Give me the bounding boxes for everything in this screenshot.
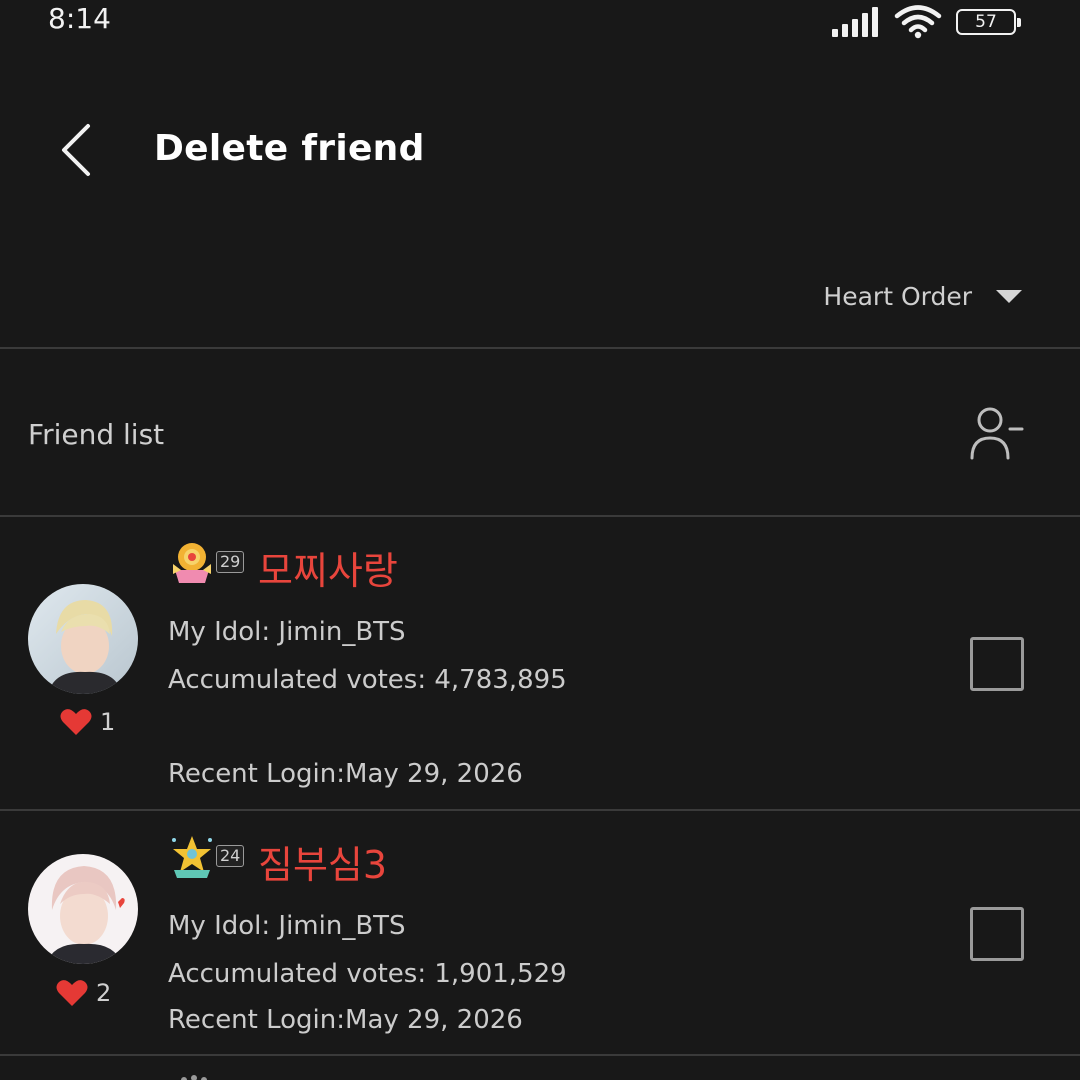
heart-icon: [60, 709, 92, 735]
status-time: 8:14: [48, 2, 111, 35]
accumulated-votes: Accumulated votes: 1,901,529: [168, 959, 567, 989]
partial-badge-icon: [181, 1075, 207, 1080]
select-checkbox[interactable]: [970, 637, 1024, 691]
level-number: 29: [216, 551, 245, 573]
back-button[interactable]: [50, 120, 110, 180]
heart-count: 1: [60, 708, 115, 736]
divider: [0, 1054, 1080, 1056]
remove-friend-button[interactable]: [964, 400, 1030, 466]
status-icons: 57: [832, 5, 1021, 39]
list-item[interactable]: 2 24 짐부심3 My Idol: Jimin_BTS Accumulated…: [0, 811, 1080, 1054]
my-idol: My Idol: Jimin_BTS: [168, 617, 406, 647]
wifi-icon: [894, 5, 942, 39]
app-header: Delete friend: [0, 100, 1080, 210]
heart-number: 1: [100, 708, 116, 736]
caret-down-icon: [996, 289, 1022, 303]
sort-dropdown[interactable]: Heart Order: [823, 276, 1022, 316]
my-idol: My Idol: Jimin_BTS: [168, 911, 406, 941]
person-minus-icon: [970, 407, 1024, 460]
rank-badge: 29: [170, 540, 245, 584]
friend-name: 모찌사랑: [258, 549, 398, 593]
recent-login: Recent Login:May 29, 2026: [168, 1005, 523, 1035]
screen: 8:14 57 Delete friend Heart Order Friend…: [0, 0, 1080, 1080]
star-badge-icon: [172, 836, 212, 878]
chevron-left-icon: [62, 124, 90, 176]
battery-icon: 57: [956, 9, 1021, 35]
level-number: 24: [216, 845, 245, 867]
battery-level: 57: [975, 11, 997, 32]
avatar: [28, 584, 138, 694]
select-checkbox[interactable]: [970, 907, 1024, 961]
avatar: [28, 854, 138, 964]
crown-badge-icon: [173, 543, 211, 583]
rank-badge: 24: [170, 834, 245, 878]
friend-list-title: Friend list: [28, 418, 165, 451]
signal-icon: [832, 7, 878, 37]
divider: [0, 347, 1080, 349]
recent-login: Recent Login:May 29, 2026: [168, 759, 523, 789]
status-bar: 8:14 57: [0, 0, 1080, 44]
sort-label: Heart Order: [823, 281, 972, 311]
friend-name: 짐부심3: [258, 843, 388, 887]
heart-count: 2: [56, 979, 111, 1007]
heart-icon: [56, 980, 88, 1006]
accumulated-votes: Accumulated votes: 4,783,895: [168, 665, 567, 695]
heart-number: 2: [96, 979, 112, 1007]
list-item[interactable]: 1 29 모찌사랑 My Idol: Jimin_BTS Accumulated…: [0, 517, 1080, 809]
page-title: Delete friend: [154, 128, 425, 169]
